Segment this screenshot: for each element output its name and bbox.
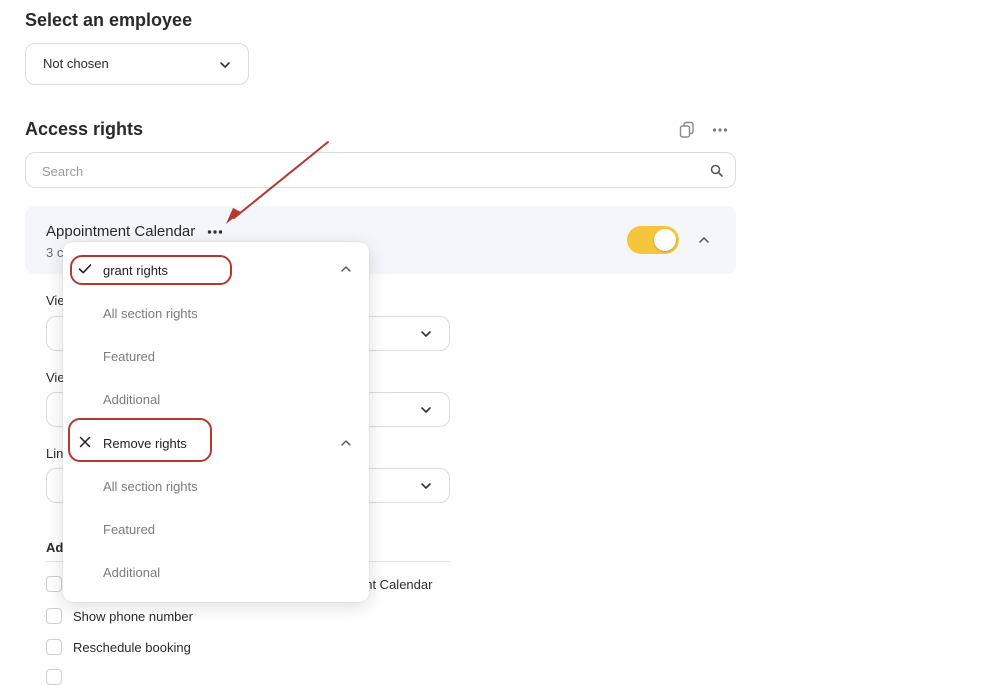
chevron-down-icon [421,407,431,413]
access-rights-heading: Access rights [25,119,144,139]
employee-select-value: Not chosen [43,56,109,71]
checkbox-label-2: Show phone number [73,609,193,624]
chevron-down-icon [220,62,230,68]
copy-icon[interactable] [679,121,695,139]
toggle-knob [654,229,676,251]
checkbox-2[interactable] [46,608,62,624]
checkbox-4[interactable] [46,669,62,685]
checkbox-label-1: ent Calendar [358,577,433,592]
section-title: Appointment Calendar [46,223,196,240]
annotation-circle-grant [70,255,232,285]
menu-item-remove-featured[interactable]: Featured [103,522,155,537]
additional-heading: Ad [46,540,64,555]
menu-item-remove-all[interactable]: All section rights [103,479,198,494]
checkbox-3[interactable] [46,639,62,655]
menu-item-grant-all[interactable]: All section rights [103,306,198,321]
chevron-down-icon [421,331,431,337]
search-input[interactable] [40,153,684,189]
select-employee-heading: Select an employee [25,10,193,30]
annotation-arrow [226,141,329,224]
menu-item-grant-additional[interactable]: Additional [103,392,160,407]
chevron-up-icon[interactable] [340,264,352,274]
checkbox-label-3: Reschedule booking [73,640,191,655]
employee-select[interactable]: Not chosen [25,43,249,85]
field-label-3: Lin [46,446,64,461]
menu-item-remove-additional[interactable]: Additional [103,565,160,580]
menu-item-grant-featured[interactable]: Featured [103,349,155,364]
field-label-1: Vie [46,293,65,308]
checkbox-1[interactable] [46,576,62,592]
field-label-2: Vie [46,370,65,385]
annotation-circle-remove [68,418,212,462]
search-icon[interactable] [710,164,723,177]
more-options-icon[interactable] [712,126,728,134]
section-subtitle: 3 c [46,245,64,260]
chevron-up-icon[interactable] [697,234,711,246]
chevron-up-icon[interactable] [340,438,352,448]
search-box[interactable] [25,152,736,189]
section-more-icon[interactable] [207,229,223,235]
chevron-down-icon [421,483,431,489]
section-toggle[interactable] [627,226,679,254]
